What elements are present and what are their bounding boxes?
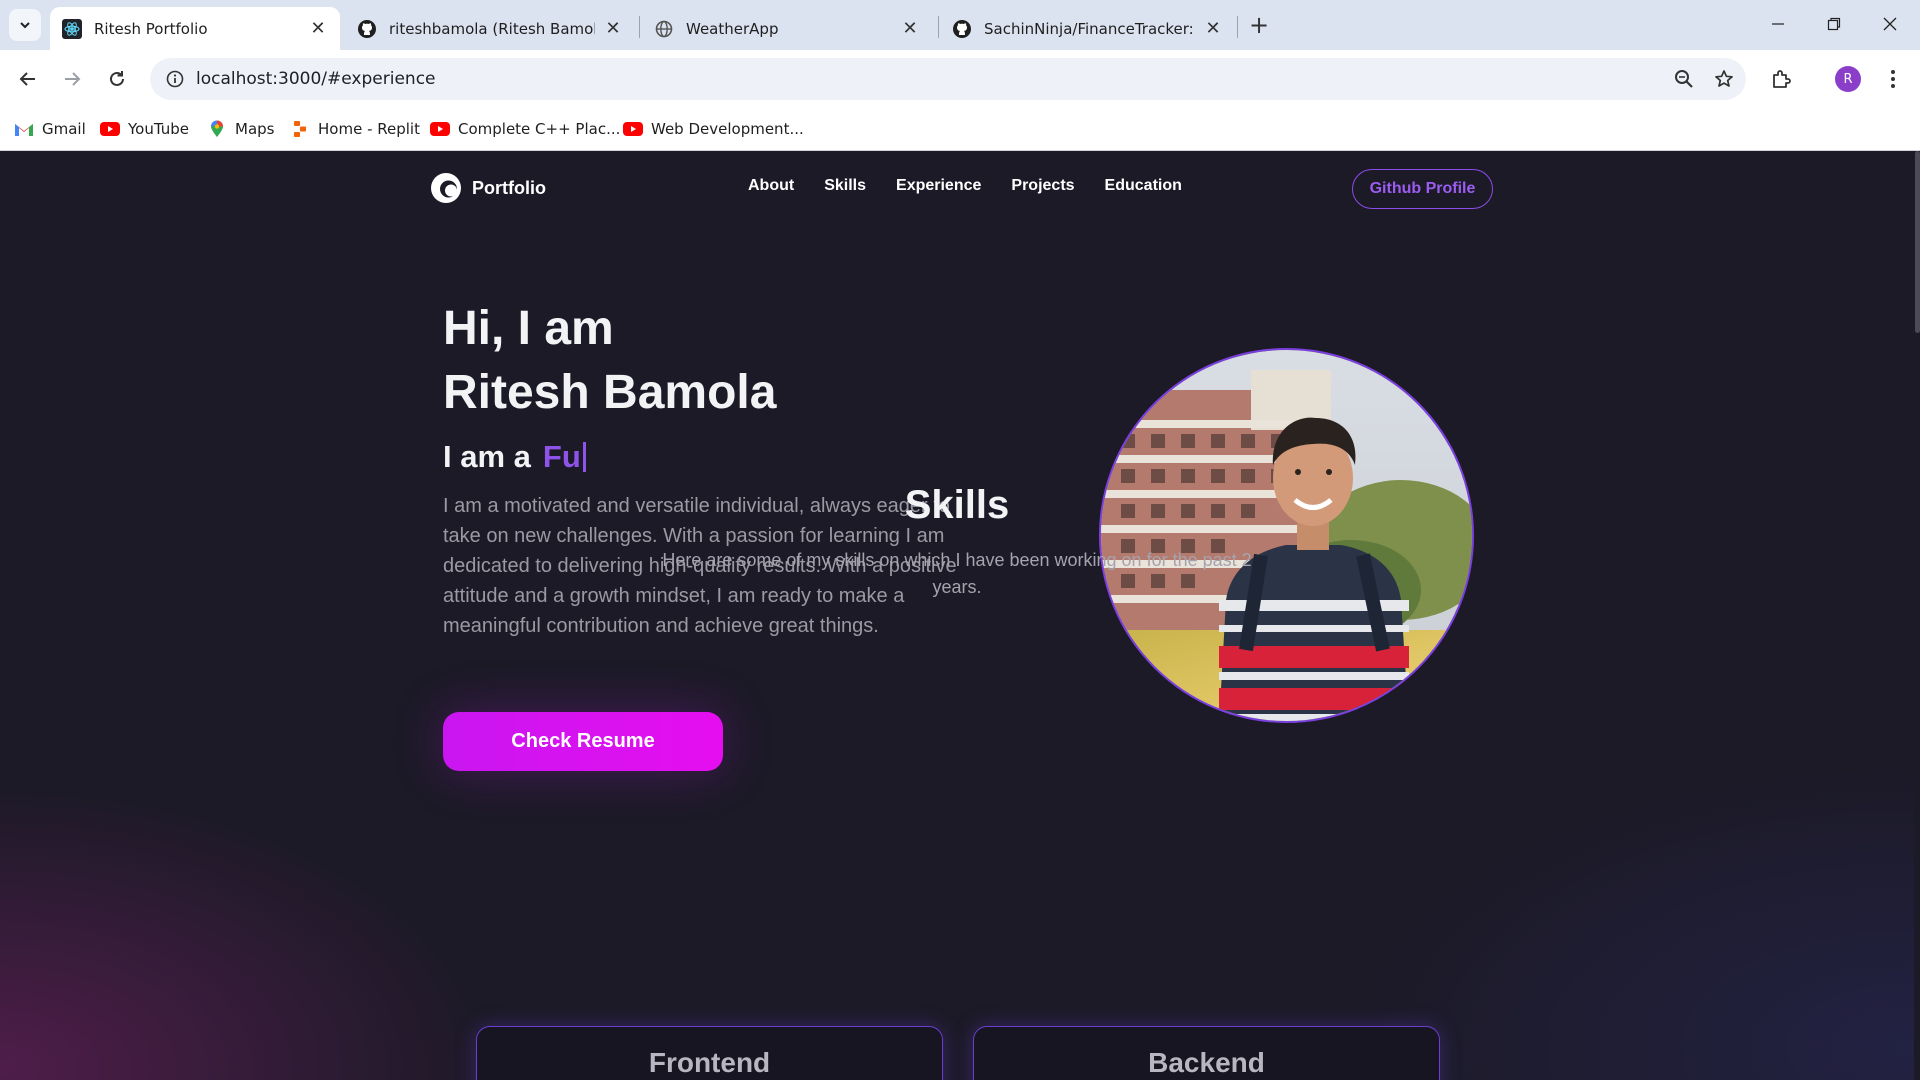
nav-link-about[interactable]: About bbox=[748, 177, 794, 195]
bookmark-label: Maps bbox=[235, 120, 275, 138]
bookmark-youtube[interactable]: YouTube bbox=[100, 116, 189, 142]
hero-greeting: Hi, I am bbox=[443, 302, 614, 355]
react-icon bbox=[62, 18, 82, 39]
tab-title: SachinNinja/FinanceTracker: Fin bbox=[984, 19, 1195, 38]
bookmark-label: Complete C++ Plac... bbox=[458, 120, 621, 138]
reload-button[interactable] bbox=[99, 61, 135, 97]
bookmark-gmail[interactable]: Gmail bbox=[14, 116, 86, 142]
tab-title: riteshbamola (Ritesh Bamola) bbox=[389, 19, 595, 38]
restore-icon bbox=[1827, 17, 1841, 31]
tab-separator bbox=[1237, 16, 1238, 38]
new-tab-button[interactable]: + bbox=[1245, 11, 1273, 39]
browser-tab-bar: Ritesh Portfolio ✕ riteshbamola (Ritesh … bbox=[0, 0, 1920, 50]
arrow-left-icon bbox=[19, 72, 35, 86]
close-window-button[interactable] bbox=[1862, 0, 1918, 48]
puzzle-icon bbox=[1773, 70, 1791, 88]
restore-button[interactable] bbox=[1806, 0, 1862, 48]
nav-link-skills[interactable]: Skills bbox=[824, 177, 866, 195]
close-tab-icon[interactable]: ✕ bbox=[900, 18, 920, 39]
site-info-icon[interactable] bbox=[164, 68, 186, 90]
close-tab-icon[interactable]: ✕ bbox=[1203, 18, 1223, 39]
skills-subtitle: Here are some of my skills on which I ha… bbox=[662, 550, 1252, 597]
menu-button[interactable] bbox=[1876, 62, 1910, 96]
youtube-icon bbox=[100, 121, 120, 137]
back-button[interactable] bbox=[10, 61, 46, 97]
hero-name: Ritesh Bamola bbox=[443, 366, 777, 419]
bookmark-star-icon[interactable] bbox=[1712, 67, 1736, 91]
nav-link-experience[interactable]: Experience bbox=[896, 177, 981, 195]
kebab-menu-icon bbox=[1891, 70, 1895, 88]
tab-weatherapp[interactable]: WeatherApp ✕ bbox=[642, 7, 932, 50]
profile-button[interactable]: R bbox=[1831, 62, 1865, 96]
skill-card-title: Frontend bbox=[648, 1047, 771, 1078]
tab-separator bbox=[639, 16, 640, 38]
skill-card-frontend: Frontend bbox=[476, 1026, 943, 1080]
page-viewport: Portfolio About Skills Experience Projec… bbox=[0, 151, 1920, 1080]
bookmark-complete-cpp[interactable]: Complete C++ Plac... bbox=[430, 116, 620, 142]
profile-photo-illustration bbox=[1101, 350, 1472, 721]
zoom-icon[interactable] bbox=[1672, 67, 1696, 91]
tab-financetracker[interactable]: SachinNinja/FinanceTracker: Fin ✕ bbox=[940, 7, 1235, 50]
hero-heading: Hi, I am Ritesh Bamola bbox=[443, 297, 776, 425]
skill-card-title: Backend bbox=[1148, 1047, 1265, 1078]
typing-cursor bbox=[582, 442, 586, 472]
address-bar[interactable]: localhost:3000/#experience bbox=[150, 58, 1746, 100]
bookmark-web-development[interactable]: Web Development... bbox=[623, 116, 804, 142]
hero-role: I am a Fu bbox=[443, 439, 586, 475]
minimize-icon bbox=[1772, 23, 1784, 25]
avatar: R bbox=[1835, 66, 1861, 92]
browser-toolbar: localhost:3000/#experience R bbox=[0, 50, 1920, 108]
tab-search-button[interactable] bbox=[9, 9, 41, 41]
bookmark-label: Gmail bbox=[42, 120, 86, 138]
brand-name: Portfolio bbox=[472, 177, 546, 198]
primary-nav: About Skills Experience Projects Educati… bbox=[748, 177, 1212, 195]
skill-card-backend: Backend bbox=[973, 1026, 1440, 1080]
youtube-icon bbox=[623, 121, 643, 137]
bookmarks-bar: Gmail YouTube Maps Home - Replit Complet… bbox=[0, 108, 1920, 151]
bookmark-label: YouTube bbox=[128, 120, 189, 138]
role-prefix: I am a bbox=[443, 439, 531, 474]
tab-separator bbox=[938, 16, 939, 38]
tab-title: Ritesh Portfolio bbox=[94, 19, 208, 38]
role-typed-text: Fu bbox=[542, 439, 581, 474]
bookmark-label: Web Development... bbox=[651, 120, 804, 138]
forward-button[interactable] bbox=[54, 61, 90, 97]
nav-link-projects[interactable]: Projects bbox=[1011, 177, 1074, 195]
globe-icon bbox=[654, 19, 674, 39]
page-scrollbar[interactable] bbox=[1915, 151, 1920, 1080]
site-logo[interactable]: Portfolio bbox=[430, 172, 546, 204]
nav-link-education[interactable]: Education bbox=[1105, 177, 1182, 195]
profile-photo bbox=[1099, 348, 1474, 723]
chevron-down-icon bbox=[20, 22, 30, 29]
bookmark-replit[interactable]: Home - Replit bbox=[290, 116, 420, 142]
url-text[interactable]: localhost:3000/#experience bbox=[196, 69, 436, 89]
logo-icon bbox=[431, 173, 461, 203]
github-profile-button[interactable]: Github Profile bbox=[1352, 169, 1493, 209]
close-icon bbox=[1883, 17, 1897, 31]
replit-icon bbox=[290, 121, 310, 137]
plus-icon: + bbox=[1248, 11, 1270, 39]
github-icon bbox=[357, 19, 377, 39]
close-tab-icon[interactable]: ✕ bbox=[603, 18, 623, 39]
close-tab-icon[interactable]: ✕ bbox=[308, 18, 328, 39]
skills-heading: Skills bbox=[904, 483, 1010, 527]
tab-title: WeatherApp bbox=[686, 19, 779, 38]
arrow-right-icon bbox=[65, 72, 81, 86]
github-icon bbox=[952, 19, 972, 39]
minimize-button[interactable] bbox=[1750, 0, 1806, 48]
bookmark-label: Home - Replit bbox=[318, 120, 420, 138]
scrollbar-thumb[interactable] bbox=[1915, 151, 1920, 333]
site-navbar: Portfolio About Skills Experience Projec… bbox=[0, 151, 1914, 227]
reload-icon bbox=[110, 71, 124, 86]
skills-section bbox=[0, 687, 1914, 1080]
extensions-button[interactable] bbox=[1764, 62, 1798, 96]
tab-github-riteshbamola[interactable]: riteshbamola (Ritesh Bamola) ✕ bbox=[345, 7, 635, 50]
check-resume-button[interactable]: Check Resume bbox=[443, 712, 723, 771]
youtube-icon bbox=[430, 121, 450, 137]
gmail-icon bbox=[14, 121, 34, 137]
tab-ritesh-portfolio[interactable]: Ritesh Portfolio ✕ bbox=[50, 7, 340, 50]
bookmark-maps[interactable]: Maps bbox=[207, 116, 274, 142]
map-pin-icon bbox=[207, 120, 227, 137]
